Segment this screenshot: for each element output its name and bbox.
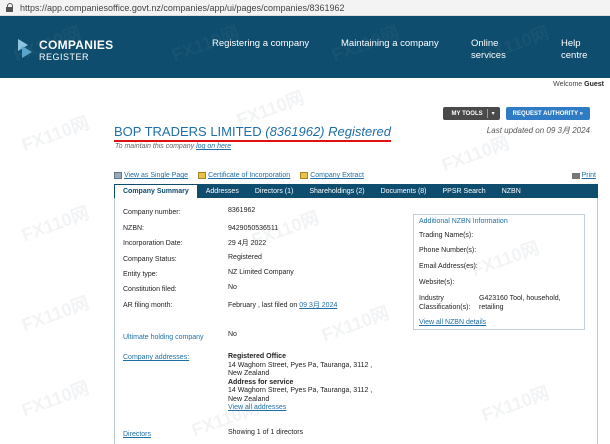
company-addresses-link[interactable]: Company addresses: bbox=[123, 354, 227, 361]
certificate-icon bbox=[198, 172, 207, 179]
extract-link[interactable]: Company Extract bbox=[300, 172, 364, 179]
company-number-paren: (8361962) bbox=[265, 124, 325, 139]
company-tabs: Company Summary Addresses Directors (1) … bbox=[114, 184, 598, 198]
nav-maintaining[interactable]: Maintaining a company bbox=[341, 38, 439, 50]
companies-register-logo[interactable]: COMPANIES REGISTER bbox=[18, 38, 113, 62]
nav-online-services[interactable]: Online services bbox=[471, 38, 506, 62]
view-all-nzbn-link[interactable]: View all NZBN details bbox=[419, 319, 486, 326]
phone-label: Phone Number(s): bbox=[419, 247, 477, 254]
registered-office-line2: New Zealand bbox=[228, 370, 270, 377]
constitution-row: Constitution filed: No bbox=[123, 284, 237, 293]
site-header: COMPANIES REGISTER Registering a company… bbox=[0, 16, 610, 78]
holding-company-row: Ultimate holding company No bbox=[123, 331, 237, 341]
welcome-user: Guest bbox=[584, 81, 604, 88]
watermark: FX110网 bbox=[439, 132, 512, 176]
page-toolbar: MY TOOLS ▾ REQUEST AUTHORITY » bbox=[442, 107, 590, 120]
company-status-word: Registered bbox=[328, 124, 392, 139]
ar-filing-row: AR filing month: February , last filed o… bbox=[123, 302, 338, 309]
registered-office-title: Registered Office bbox=[228, 353, 286, 360]
tab-nzbn[interactable]: NZBN bbox=[494, 184, 529, 198]
email-label: Email Address(es): bbox=[419, 263, 478, 270]
browser-address-bar[interactable]: https://app.companiesoffice.govt.nz/comp… bbox=[0, 0, 610, 16]
welcome-text: Welcome Guest bbox=[553, 81, 604, 88]
directors-row: Directors Showing 1 of 1 directors bbox=[123, 429, 304, 438]
tab-ppsr-search[interactable]: PPSR Search bbox=[435, 184, 494, 198]
tab-company-summary[interactable]: Company Summary bbox=[114, 184, 198, 198]
company-title: BOP TRADERS LIMITED (8361962) Registered bbox=[114, 124, 392, 142]
addresses-block: Registered Office 14 Waghorn Street, Pye… bbox=[228, 353, 372, 413]
nav-registering[interactable]: Registering a company bbox=[212, 38, 309, 50]
nzbn-row: NZBN: 9429050536511 bbox=[123, 225, 279, 232]
log-on-link[interactable]: log on here bbox=[196, 143, 231, 150]
watermark: FX110网 bbox=[19, 292, 92, 336]
watermark: FX110网 bbox=[19, 202, 92, 246]
company-summary-panel: Company number: 8361962 NZBN: 9429050536… bbox=[114, 198, 598, 444]
last-filed-link[interactable]: 09 3月 2024 bbox=[299, 302, 337, 309]
trading-name-label: Trading Name(s): bbox=[419, 232, 474, 239]
incorporation-row: Incorporation Date: 29 4月 2022 bbox=[123, 240, 267, 247]
document-links: View as Single Page Certificate of Incor… bbox=[114, 172, 364, 179]
my-tools-button[interactable]: MY TOOLS ▾ bbox=[442, 107, 500, 120]
status-row: Company Status: Registered bbox=[123, 254, 262, 263]
request-authority-button[interactable]: REQUEST AUTHORITY » bbox=[505, 107, 590, 120]
company-number-row: Company number: 8361962 bbox=[123, 207, 256, 216]
nav-help-centre[interactable]: Help centre bbox=[561, 38, 587, 62]
chevron-down-icon: ▾ bbox=[491, 111, 495, 117]
certificate-link[interactable]: Certificate of Incorporation bbox=[198, 172, 290, 179]
tab-shareholdings[interactable]: Shareholdings (2) bbox=[301, 184, 372, 198]
company-name: BOP TRADERS LIMITED bbox=[114, 124, 262, 139]
page-icon bbox=[114, 172, 122, 179]
directors-link[interactable]: Directors bbox=[123, 431, 227, 438]
view-all-addresses-link[interactable]: View all addresses bbox=[228, 404, 286, 411]
url-text[interactable]: https://app.companiesoffice.govt.nz/comp… bbox=[20, 3, 345, 13]
nzbn-info-heading: Additional NZBN Information bbox=[419, 218, 508, 225]
print-link[interactable]: Print bbox=[571, 172, 596, 179]
nzbn-info-box: Additional NZBN Information Trading Name… bbox=[413, 214, 585, 330]
logo-line1: COMPANIES bbox=[39, 38, 114, 52]
service-address-title: Address for service bbox=[228, 378, 294, 386]
view-single-page-link[interactable]: View as Single Page bbox=[114, 172, 188, 179]
entity-type-row: Entity type: NZ Limited Company bbox=[123, 269, 294, 278]
watermark: FX110网 bbox=[19, 112, 92, 156]
industry-row: Industry Classification(s): G423160 Tool… bbox=[419, 295, 561, 311]
logo-mark-icon bbox=[18, 39, 33, 61]
last-updated: Last updated on 09 3月 2024 bbox=[486, 126, 590, 135]
printer-icon bbox=[571, 172, 580, 179]
registered-office-line1: 14 Waghorn Street, Pyes Pa, Tauranga, 31… bbox=[228, 361, 373, 369]
service-address-line2: New Zealand bbox=[228, 395, 270, 403]
maintain-text: To maintain this company log on here bbox=[115, 143, 232, 150]
watermark: FX110网 bbox=[19, 377, 92, 421]
website-label: Website(s): bbox=[419, 279, 455, 286]
lock-icon bbox=[6, 3, 14, 12]
logo-line2: REGISTER bbox=[39, 52, 90, 62]
company-addresses-row: Company addresses: bbox=[123, 354, 227, 361]
tab-directors[interactable]: Directors (1) bbox=[247, 184, 302, 198]
tab-documents[interactable]: Documents (8) bbox=[373, 184, 435, 198]
service-address-line1: 14 Waghorn Street, Pyes Pa, Tauranga, 31… bbox=[228, 387, 373, 394]
tab-addresses[interactable]: Addresses bbox=[198, 184, 247, 198]
extract-icon bbox=[300, 172, 309, 179]
